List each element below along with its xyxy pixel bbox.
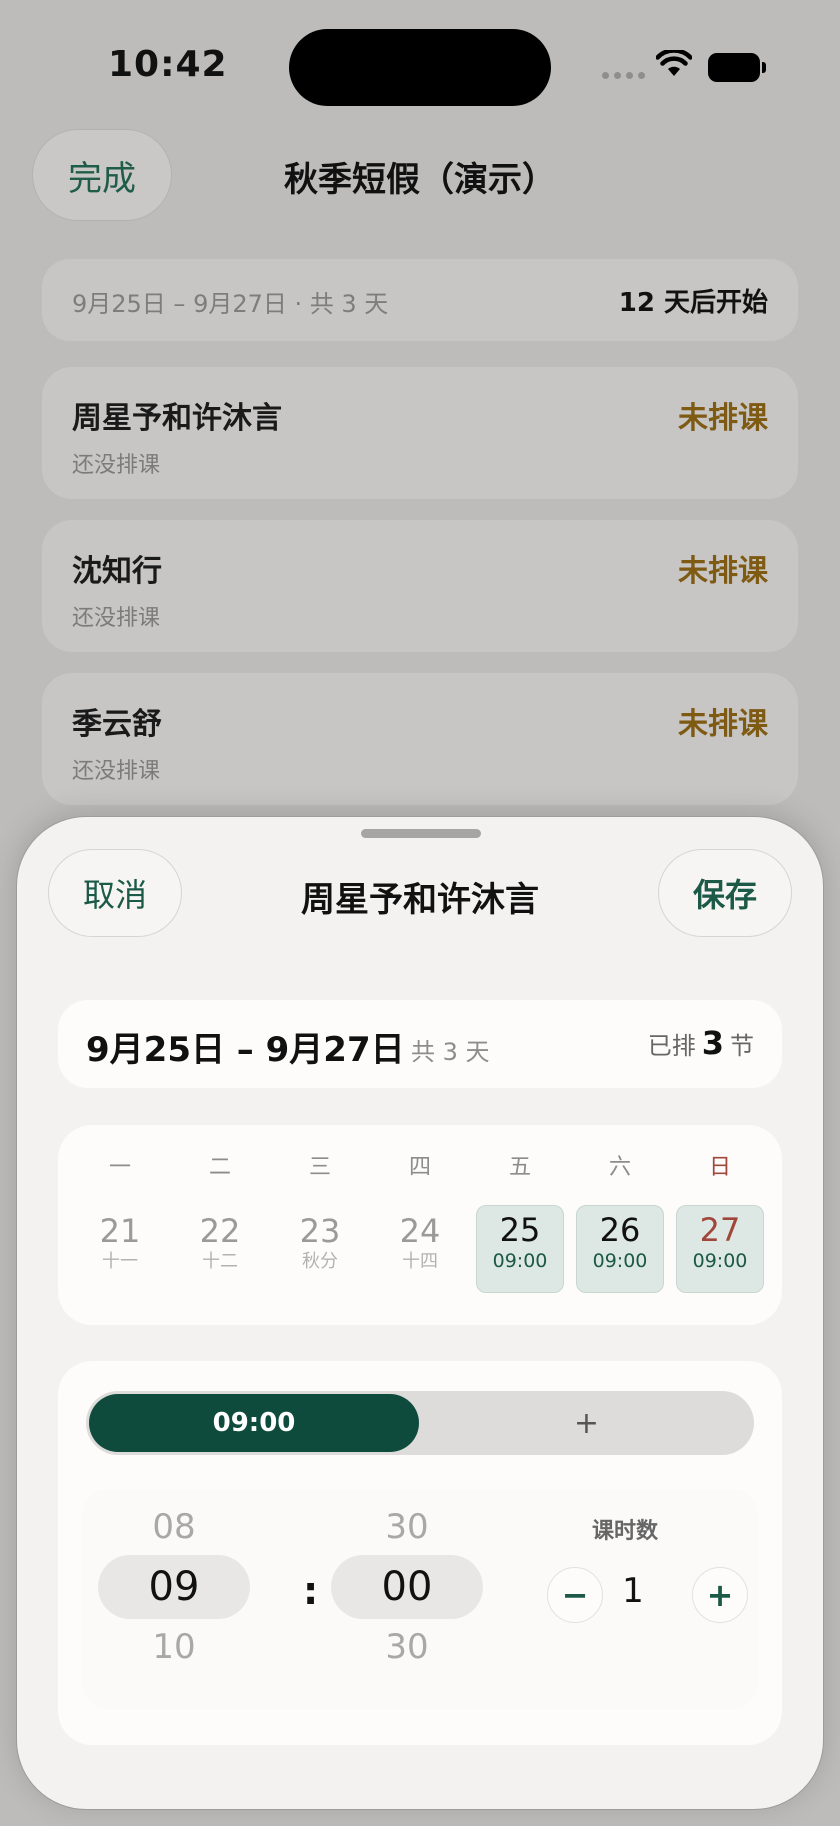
day-time: 09:00	[692, 1250, 748, 1272]
day-label: 秋分	[302, 1251, 338, 1272]
time-picker: 08 09 10 : 30 00 30 课时数 − 1 +	[82, 1489, 758, 1709]
calendar-day[interactable]: 21 十一	[76, 1205, 164, 1293]
student-card[interactable]: 季云舒 还没排课 未排课	[42, 673, 798, 805]
day-time: 09:00	[592, 1250, 648, 1272]
calendar-day[interactable]: 24 十四	[376, 1205, 464, 1293]
student-status: 未排课	[678, 707, 768, 742]
scheduled-number: 3	[701, 1024, 724, 1062]
calendar-day[interactable]: 22 十二	[176, 1205, 264, 1293]
day-number: 25	[499, 1211, 541, 1249]
day-number: 23	[299, 1212, 341, 1250]
time-slot-tab[interactable]: 09:00	[89, 1394, 419, 1452]
cellular-signal-icon	[602, 72, 645, 79]
hour-next: 10	[152, 1627, 196, 1667]
weekday-label: 四	[408, 1155, 431, 1180]
day-number: 22	[199, 1212, 241, 1250]
day-label: 十一	[102, 1251, 138, 1272]
date-range: 9月25日 – 9月27日	[86, 1030, 405, 1070]
battery-icon	[708, 53, 766, 82]
lesson-count: 1	[622, 1571, 644, 1611]
calendar-day[interactable]: 23 秋分	[276, 1205, 364, 1293]
wifi-icon	[656, 50, 692, 76]
holiday-countdown: 12 天后开始	[618, 288, 768, 318]
status-bar: 10:42	[0, 0, 840, 130]
student-note: 还没排课	[72, 606, 161, 631]
day-number: 24	[399, 1212, 441, 1250]
save-button[interactable]: 保存	[658, 849, 792, 937]
weekday-label: 一	[108, 1155, 131, 1180]
week-calendar: 一 二 三 四 五 六 日 21 十一 22 十二 23 秋分 24 十四 25…	[58, 1125, 782, 1325]
student-note: 还没排课	[72, 759, 161, 784]
weekday-label: 日	[708, 1155, 731, 1180]
student-card[interactable]: 周星予和许沐言 还没排课 未排课	[42, 367, 798, 499]
day-count: 共 3 天	[411, 1038, 490, 1066]
weekday-label: 三	[308, 1155, 331, 1180]
day-number: 26	[599, 1211, 641, 1249]
day-label: 十四	[402, 1251, 438, 1272]
scheduled-count: 已排 3 节	[648, 1024, 754, 1062]
minute-prev: 30	[385, 1507, 429, 1547]
calendar-day-selected[interactable]: 25 09:00	[476, 1205, 564, 1293]
weekday-label: 六	[608, 1155, 631, 1180]
student-status: 未排课	[678, 554, 768, 589]
increment-button[interactable]: +	[692, 1567, 748, 1623]
minute-wheel[interactable]: 30 00 30	[331, 1505, 483, 1669]
holiday-summary: 9月25日 – 9月27日 · 共 3 天 12 天后开始	[42, 259, 798, 341]
student-name: 季云舒	[72, 707, 162, 742]
status-time: 10:42	[108, 44, 228, 85]
calendar-day-selected[interactable]: 26 09:00	[576, 1205, 664, 1293]
hour-wheel[interactable]: 08 09 10	[98, 1505, 250, 1669]
time-slot-tabs: 09:00 +	[86, 1391, 754, 1455]
weekday-label: 二	[208, 1155, 231, 1180]
minute-next: 30	[385, 1627, 429, 1667]
scheduled-suffix: 节	[730, 1032, 754, 1060]
day-number: 27	[699, 1211, 741, 1249]
time-separator: :	[303, 1569, 319, 1613]
student-status: 未排课	[678, 401, 768, 436]
student-name: 沈知行	[72, 554, 162, 589]
minute-current: 00	[331, 1555, 483, 1619]
day-time: 09:00	[492, 1250, 548, 1272]
scheduled-prefix: 已排	[647, 1032, 696, 1060]
time-schedule-card: 09:00 + 08 09 10 : 30 00 30 课时数 − 1 +	[58, 1361, 782, 1745]
hour-prev: 08	[152, 1507, 196, 1547]
calendar-day-selected[interactable]: 27 09:00	[676, 1205, 764, 1293]
day-label: 十二	[202, 1251, 238, 1272]
student-name: 周星予和许沐言	[72, 401, 282, 436]
schedule-sheet: 取消 周星予和许沐言 保存 9月25日 – 9月27日 共 3 天 已排 3 节 一…	[16, 816, 824, 1810]
add-time-slot-button[interactable]: +	[419, 1391, 754, 1455]
page-title: 秋季短假（演示）	[284, 160, 556, 200]
weekday-label: 五	[508, 1155, 531, 1180]
lesson-count-label: 课时数	[592, 1519, 659, 1544]
student-note: 还没排课	[72, 453, 161, 478]
dynamic-island	[289, 29, 551, 106]
hour-current: 09	[98, 1555, 250, 1619]
sheet-grabber[interactable]	[361, 829, 481, 838]
date-range-card: 9月25日 – 9月27日 共 3 天 已排 3 节	[58, 1000, 782, 1088]
decrement-button[interactable]: −	[547, 1567, 603, 1623]
day-number: 21	[99, 1212, 141, 1250]
student-card[interactable]: 沈知行 还没排课 未排课	[42, 520, 798, 652]
holiday-range: 9月25日 – 9月27日 · 共 3 天	[72, 290, 389, 318]
